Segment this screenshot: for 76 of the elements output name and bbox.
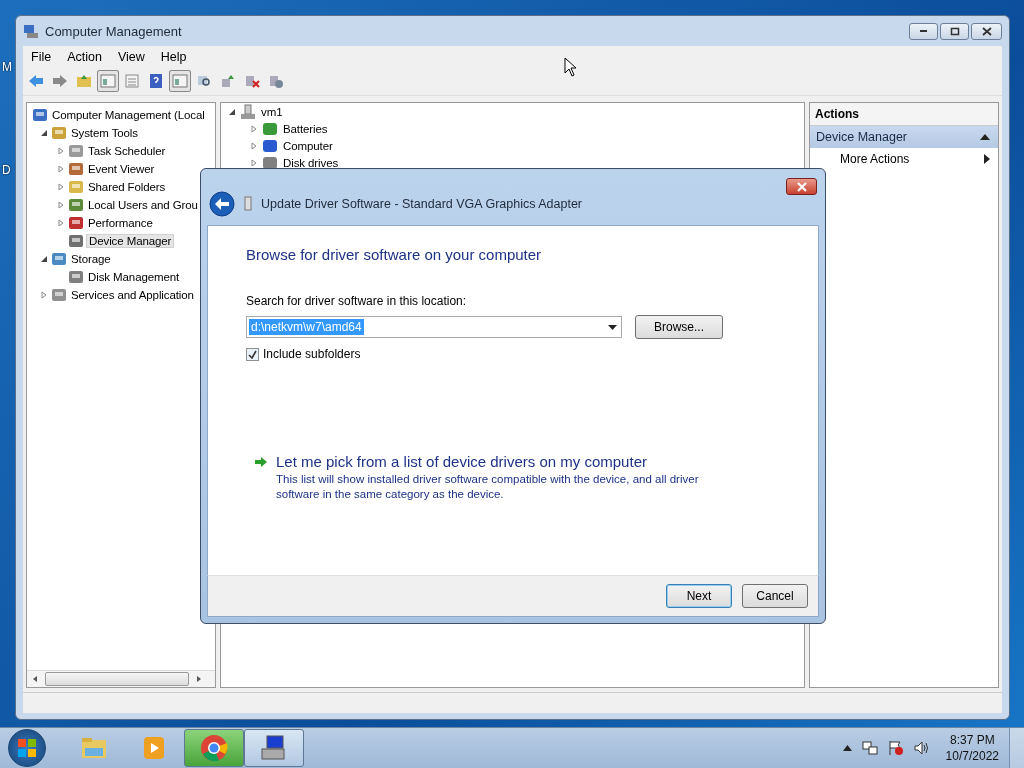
checkbox-label[interactable]: Include subfolders [263,347,361,361]
menu-item[interactable]: Action [67,49,102,64]
flag-icon[interactable] [887,740,904,756]
expand-icon[interactable] [57,147,65,155]
action-item[interactable]: More Actions [840,152,910,166]
tree-item[interactable]: Storage [69,253,113,265]
desktop-icon-label[interactable]: D [2,163,11,177]
minimize-button[interactable] [909,22,938,40]
volume-icon[interactable] [913,740,930,756]
submenu-arrow-icon [984,154,990,164]
actions-header: Actions [810,103,998,126]
expand-icon[interactable] [57,219,65,227]
expand-icon[interactable] [57,165,65,173]
menu-item[interactable]: Help [160,49,187,64]
dialog-title: Update Driver Software - Standard VGA Graphics Adapter [261,197,582,211]
checkbox[interactable] [246,347,259,361]
tree-item[interactable]: Performance [86,217,155,229]
collapse-icon[interactable] [40,129,48,137]
action-pane-icon[interactable] [169,70,191,92]
clock[interactable]: 8:37 PM 10/7/2022 [945,732,999,764]
actions-section[interactable]: Device Manager [810,126,998,148]
start-button[interactable] [8,729,46,767]
next-button[interactable]: Next [666,584,732,608]
menu-item[interactable]: File [31,49,52,64]
tree-item[interactable]: Batteries [281,122,330,135]
tree-item[interactable]: Disk Management [86,271,182,283]
minimize-icon [920,30,927,32]
tree-item[interactable]: Computer Management (Local [50,109,207,121]
window-title: Computer Management [45,23,182,39]
collapse-icon[interactable] [40,255,48,263]
tree-item[interactable]: Disk drives [281,156,341,169]
maximize-button[interactable] [940,22,969,40]
tree-item[interactable]: Task Scheduler [86,145,168,157]
browser-icon[interactable] [184,729,244,767]
browse-button[interactable]: Browse... [635,315,723,339]
link-description: This list will show installed driver software compatible with the device, and all driver software in the same category as the device. [276,472,700,502]
scrollbar-thumb[interactable] [45,672,189,686]
cancel-button[interactable]: Cancel [742,584,808,608]
desktop-icon-label[interactable]: M [2,60,12,74]
maximize-icon [949,26,960,36]
scroll-right-icon[interactable] [195,675,203,683]
close-button[interactable] [971,22,1002,40]
expand-icon[interactable] [250,141,258,150]
dialog-heading: Browse for driver software on your computer [246,246,543,263]
expand-icon[interactable] [250,124,258,133]
tree-item[interactable]: Computer [281,139,335,152]
close-button[interactable] [786,178,817,195]
section-title: Device Manager [816,130,907,144]
expand-icon[interactable] [57,183,65,191]
expand-icon[interactable] [57,201,65,209]
pick-driver-link[interactable]: Let me pick from a list of device drivers on my computer [276,453,726,470]
windows-logo-icon [16,737,38,759]
collapse-icon[interactable] [980,134,990,140]
show-hidden-icons-icon[interactable] [842,745,852,751]
tree-pane-icon[interactable] [97,70,119,92]
field-label: Search for driver software in this location: [246,294,468,308]
dropdown-icon[interactable] [608,324,617,330]
expand-icon[interactable] [40,291,48,299]
menu-item[interactable]: View [117,49,145,64]
tree-item[interactable]: Device Manager [86,234,175,248]
tree-item[interactable]: Event Viewer [86,163,157,175]
show-desktop-button[interactable] [1009,728,1024,768]
close-icon [981,26,992,36]
tree-item[interactable]: Services and Application [69,289,196,301]
expand-icon[interactable] [250,158,258,167]
tree-item[interactable]: vm1 [259,105,285,118]
collapse-icon[interactable] [228,107,236,116]
arrow-icon [254,456,268,468]
network-icon[interactable] [861,740,878,756]
tree-item[interactable]: System Tools [69,127,140,139]
horizontal-scrollbar[interactable] [27,670,215,687]
close-icon [795,181,808,192]
cursor-icon [564,57,578,77]
scroll-left-icon[interactable] [31,675,39,683]
tree-item[interactable]: Local Users and Grou [86,199,200,211]
tree-item[interactable]: Shared Folders [86,181,168,193]
